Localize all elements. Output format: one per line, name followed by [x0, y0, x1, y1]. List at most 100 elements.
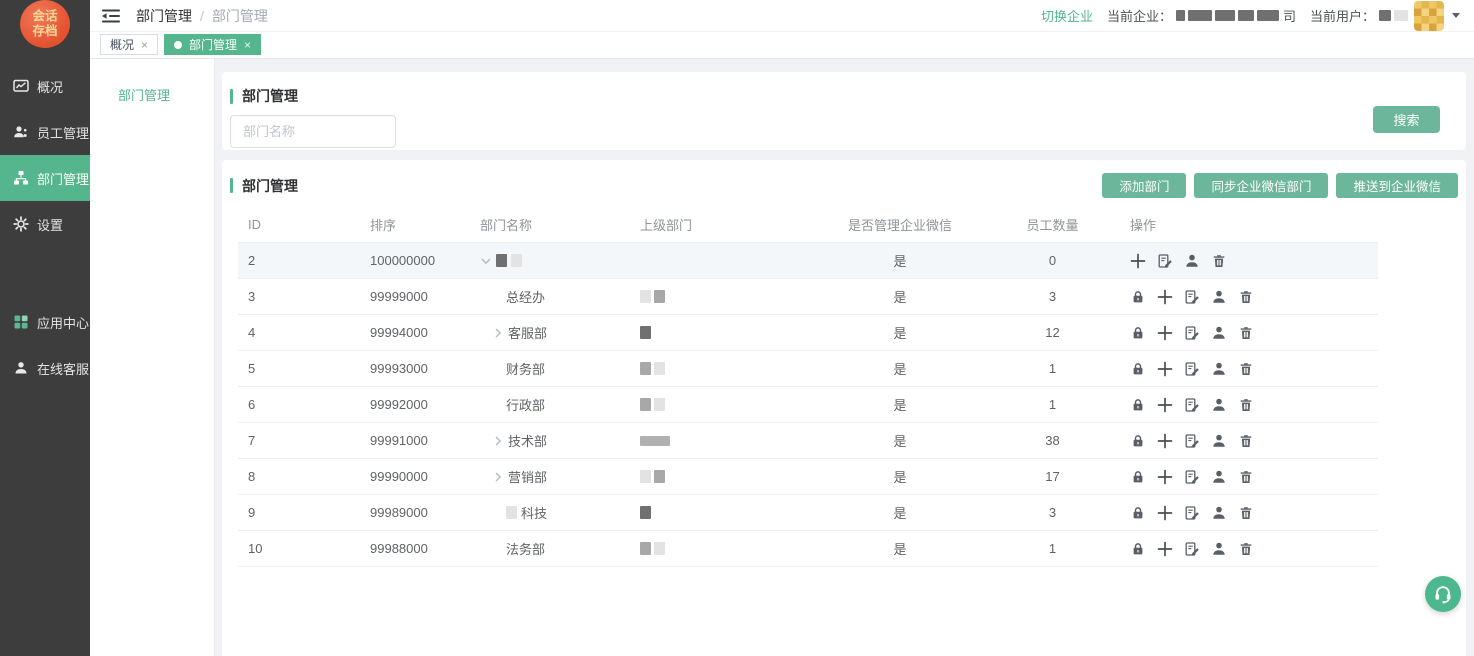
search-button[interactable]: 搜索 — [1373, 106, 1440, 133]
plus-action-icon[interactable] — [1157, 505, 1173, 521]
headset-icon — [1432, 583, 1454, 605]
redacted-block — [654, 362, 665, 375]
lock-action-icon[interactable] — [1130, 505, 1146, 521]
sidebar-item-3[interactable]: 部门管理 — [0, 155, 90, 201]
tree-expand-icon[interactable] — [492, 327, 504, 339]
plus-action-icon[interactable] — [1157, 469, 1173, 485]
user-action-icon[interactable] — [1211, 505, 1227, 521]
table-action-button-2[interactable]: 同步企业微信部门 — [1194, 173, 1328, 198]
department-name-input[interactable] — [230, 115, 396, 148]
plus-action-icon[interactable] — [1157, 289, 1173, 305]
edit-action-icon[interactable] — [1184, 289, 1200, 305]
department-table-card: 部门管理 添加部门同步企业微信部门推送到企业微信 ID排序部门名称上级部门是否管… — [222, 160, 1466, 656]
redacted-block — [1257, 10, 1279, 21]
plus-action-icon[interactable] — [1157, 541, 1173, 557]
trash-action-icon[interactable] — [1238, 433, 1254, 449]
column-header: 员工数量 — [985, 215, 1120, 234]
tab-2[interactable]: 部门管理× — [164, 34, 261, 55]
sidebar-item-2[interactable]: 员工管理 — [0, 109, 90, 155]
edit-action-icon[interactable] — [1184, 505, 1200, 521]
cell-actions — [1120, 361, 1378, 377]
trash-action-icon[interactable] — [1238, 469, 1254, 485]
plus-action-icon[interactable] — [1157, 397, 1173, 413]
department-name-text: 营销部 — [508, 467, 547, 486]
sidebar-item-4[interactable]: 设置 — [0, 201, 90, 247]
employees-icon — [13, 124, 29, 140]
tree-expand-icon[interactable] — [492, 435, 504, 447]
tab-close-icon[interactable]: × — [141, 38, 148, 52]
user-action-icon[interactable] — [1211, 541, 1227, 557]
trash-action-icon[interactable] — [1238, 361, 1254, 377]
lock-action-icon[interactable] — [1130, 541, 1146, 557]
top-bar: 部门管理 / 部门管理 切换企业 当前企业： 司 当前用户： — [90, 0, 1474, 32]
plus-action-icon[interactable] — [1157, 361, 1173, 377]
tab-close-icon[interactable]: × — [244, 38, 251, 52]
lock-action-icon[interactable] — [1130, 397, 1146, 413]
plus-action-icon[interactable] — [1130, 253, 1146, 269]
cell-actions — [1120, 541, 1378, 557]
edit-action-icon[interactable] — [1184, 325, 1200, 341]
tree-expand-icon[interactable] — [492, 471, 504, 483]
current-company-redacted — [1176, 10, 1279, 21]
edit-action-icon[interactable] — [1184, 397, 1200, 413]
cell-department-name: 科技 — [470, 503, 630, 522]
trash-action-icon[interactable] — [1238, 289, 1254, 305]
table-row: 599993000财务部是1 — [238, 351, 1378, 387]
lock-action-icon[interactable] — [1130, 469, 1146, 485]
trash-action-icon[interactable] — [1238, 505, 1254, 521]
user-action-icon[interactable] — [1211, 361, 1227, 377]
edit-action-icon[interactable] — [1184, 361, 1200, 377]
trash-action-icon[interactable] — [1238, 541, 1254, 557]
sidebar-item-5[interactable]: 应用中心 — [0, 299, 90, 345]
cell-sort: 99992000 — [360, 397, 470, 412]
cell-employee-count: 1 — [985, 397, 1120, 412]
cell-actions — [1120, 325, 1378, 341]
user-dropdown-caret-icon[interactable] — [1452, 13, 1460, 18]
cell-employee-count: 3 — [985, 289, 1120, 304]
current-company-suffix: 司 — [1283, 6, 1296, 25]
trash-action-icon[interactable] — [1211, 253, 1227, 269]
plus-action-icon[interactable] — [1157, 325, 1173, 341]
trash-action-icon[interactable] — [1238, 397, 1254, 413]
sidebar-item-1[interactable]: 概况 — [0, 63, 90, 109]
user-action-icon[interactable] — [1184, 253, 1200, 269]
lock-action-icon[interactable] — [1130, 433, 1146, 449]
edit-action-icon[interactable] — [1157, 253, 1173, 269]
redacted-block — [640, 470, 651, 483]
table-action-button-3[interactable]: 推送到企业微信 — [1336, 173, 1458, 198]
trash-action-icon[interactable] — [1238, 325, 1254, 341]
user-action-icon[interactable] — [1211, 397, 1227, 413]
edit-action-icon[interactable] — [1184, 469, 1200, 485]
lock-action-icon[interactable] — [1130, 289, 1146, 305]
user-action-icon[interactable] — [1211, 433, 1227, 449]
user-action-icon[interactable] — [1211, 289, 1227, 305]
tab-1[interactable]: 概况× — [100, 34, 158, 55]
cell-id: 5 — [238, 361, 360, 376]
column-header: 排序 — [360, 215, 470, 234]
user-action-icon[interactable] — [1211, 469, 1227, 485]
table-action-button-1[interactable]: 添加部门 — [1102, 173, 1186, 198]
cell-parent-department — [630, 470, 815, 483]
user-avatar[interactable] — [1414, 1, 1444, 31]
cell-sort: 99999000 — [360, 289, 470, 304]
edit-action-icon[interactable] — [1184, 433, 1200, 449]
lock-action-icon[interactable] — [1130, 361, 1146, 377]
collapse-menu-icon[interactable] — [102, 9, 120, 23]
secondary-sidebar: 部门管理 — [90, 59, 215, 656]
current-user[interactable]: 当前用户： — [1310, 1, 1460, 31]
department-name-text: 技术部 — [508, 431, 547, 450]
edit-action-icon[interactable] — [1184, 541, 1200, 557]
cell-employee-count: 12 — [985, 325, 1120, 340]
sidebar-item-6[interactable]: 在线客服 — [0, 345, 90, 391]
plus-action-icon[interactable] — [1157, 433, 1173, 449]
user-action-icon[interactable] — [1211, 325, 1227, 341]
switch-company-link[interactable]: 切换企业 — [1041, 6, 1093, 25]
lock-action-icon[interactable] — [1130, 325, 1146, 341]
secondary-sidebar-item[interactable]: 部门管理 — [90, 81, 214, 108]
tree-collapse-icon[interactable] — [480, 255, 492, 267]
redacted-block — [654, 542, 665, 555]
customer-service-button[interactable] — [1425, 576, 1461, 612]
department-table: ID排序部门名称上级部门是否管理企业微信员工数量操作 2100000000是03… — [238, 207, 1378, 567]
breadcrumb-root[interactable]: 部门管理 — [136, 6, 192, 26]
redacted-block — [1176, 10, 1185, 21]
